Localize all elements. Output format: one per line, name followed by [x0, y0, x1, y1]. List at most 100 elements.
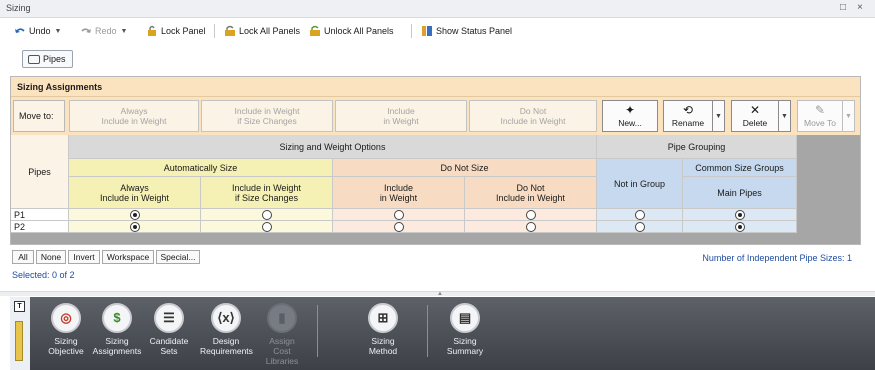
unlock-all-panels-label: Unlock All Panels — [324, 26, 394, 36]
button-line: Always — [120, 106, 148, 116]
main-pipes-radio[interactable] — [734, 209, 745, 220]
window-titlebar: Sizing □ × — [0, 0, 875, 18]
lock-all-panels-button[interactable]: Lock All Panels — [224, 24, 300, 38]
lock-panel-label: Lock Panel — [161, 26, 206, 36]
move-to-label: Move to: — [13, 100, 65, 132]
undo-icon — [15, 28, 25, 33]
col-do-not-include[interactable]: Do Not Include in Weight — [465, 177, 597, 209]
redo-button[interactable]: Redo ▼ — [80, 24, 127, 38]
dock-item-list[interactable]: ☰ Candidate Sets — [143, 303, 195, 367]
invert-selection-button[interactable]: Invert — [68, 250, 100, 264]
unlock-all-panels-button[interactable]: Unlock All Panels — [309, 24, 394, 38]
button-line: Include in Weight — [500, 116, 566, 126]
pipe-grouping-header: Pipe Grouping — [597, 135, 797, 159]
dock-item-label: Objective — [48, 346, 84, 356]
col-include-in-weight[interactable]: Include in Weight — [333, 177, 465, 209]
move-include-in-weight-button[interactable]: Include in Weight — [335, 100, 467, 132]
not-in-group-radio[interactable] — [634, 221, 645, 232]
option-radio[interactable] — [393, 209, 404, 220]
option-radio[interactable] — [129, 209, 140, 220]
move-always-include-button[interactable]: Always Include in Weight — [69, 100, 199, 132]
option-radio[interactable] — [525, 209, 536, 220]
dock-divider — [317, 305, 318, 357]
dock-item-label: Sizing — [371, 336, 395, 346]
dock-item-pencil-dollar[interactable]: $ Sizing Assignments — [91, 303, 143, 367]
workspace-selection-button[interactable]: Workspace — [102, 250, 154, 264]
not-in-group-radio[interactable] — [634, 209, 645, 220]
undo-label: Undo — [29, 26, 51, 36]
pipe-row-name[interactable]: P2 — [11, 221, 69, 233]
not-in-group-cell — [597, 209, 683, 221]
target-icon: ◎ — [51, 303, 81, 333]
col-always-include[interactable]: Always Include in Weight — [69, 177, 201, 209]
status-panel-icon — [422, 26, 432, 36]
button-line: Do Not — [519, 106, 547, 116]
rename-group-button[interactable]: ⟲ Rename — [663, 100, 713, 132]
redo-icon — [81, 28, 91, 33]
option-radio[interactable] — [261, 221, 272, 232]
dock-item-flowchart[interactable]: ⊞ Sizing Method — [357, 303, 409, 367]
rename-label: Rename — [671, 118, 705, 128]
column-line: Include — [383, 182, 414, 193]
move-to-group-button[interactable]: ✎ Move To — [797, 100, 843, 132]
move-to-row: Move to: Always Include in Weight Includ… — [11, 97, 860, 135]
new-label: New... — [618, 118, 642, 128]
undo-dropdown-icon[interactable]: ▼ — [55, 28, 62, 35]
delete-dropdown-icon[interactable]: ▼ — [779, 100, 791, 132]
col-include-if-changes[interactable]: Include in Weight if Size Changes — [201, 177, 333, 209]
new-group-button[interactable]: ✦ New... — [602, 100, 658, 132]
undo-button[interactable]: Undo ▼ — [14, 24, 61, 38]
tab-pipes[interactable]: Pipes — [22, 50, 73, 68]
column-line: if Size Changes — [234, 192, 299, 203]
move-include-if-size-changes-button[interactable]: Include in Weight if Size Changes — [201, 100, 333, 132]
ruler-icon — [15, 321, 23, 361]
option-cell — [333, 209, 465, 221]
dock-item-label: Method — [368, 346, 398, 356]
option-cell — [465, 209, 597, 221]
dock-item-summary[interactable]: ▤ Sizing Summary — [439, 303, 491, 367]
close-icon[interactable]: × — [857, 2, 863, 13]
move-to-icon: ✎ — [814, 103, 826, 117]
column-line: Always — [120, 182, 149, 193]
option-radio[interactable] — [261, 209, 272, 220]
select-all-button[interactable]: All — [12, 250, 34, 264]
dock-item-label: Cost Libraries — [265, 346, 299, 366]
dock-item-variable-x[interactable]: ⟨x⟩ Design Requirements — [200, 303, 253, 367]
select-none-button[interactable]: None — [36, 250, 66, 264]
main-pipes-group-header[interactable]: Main Pipes — [683, 177, 797, 209]
pin-icon[interactable]: T — [14, 301, 25, 312]
option-radio[interactable] — [129, 221, 140, 232]
delete-group-button[interactable]: ✕ Delete — [731, 100, 779, 132]
show-status-panel-button[interactable]: Show Status Panel — [421, 24, 512, 38]
pipe-row-name[interactable]: P1 — [11, 209, 69, 221]
unlock-icon — [310, 25, 320, 36]
move-to-dropdown-icon[interactable]: ▼ — [843, 100, 855, 132]
option-radio[interactable] — [393, 221, 404, 232]
dock-item-label: Assign — [269, 336, 295, 346]
panel-splitter[interactable]: ▲ — [0, 291, 875, 297]
button-line: in Weight — [383, 116, 419, 126]
restore-icon[interactable]: □ — [840, 2, 846, 13]
dock-sidebar: T — [10, 297, 30, 370]
rename-dropdown-icon[interactable]: ▼ — [713, 100, 725, 132]
move-do-not-include-button[interactable]: Do Not Include in Weight — [469, 100, 597, 132]
column-line: Include in Weight — [232, 182, 301, 193]
summary-icon: ▤ — [450, 303, 480, 333]
dock-item-target[interactable]: ◎ Sizing Objective — [40, 303, 92, 367]
redo-dropdown-icon[interactable]: ▼ — [121, 28, 128, 35]
button-line: if Size Changes — [237, 116, 297, 126]
window-title: Sizing — [6, 3, 31, 13]
button-line: Include in Weight — [101, 116, 167, 126]
dock-item-cost-library[interactable]: ▮ Assign Cost Libraries — [256, 303, 308, 367]
toolbar-divider — [411, 24, 412, 38]
main-pipes-radio[interactable] — [734, 221, 745, 232]
dock-item-label: Assignments — [92, 346, 142, 356]
option-radio[interactable] — [525, 221, 536, 232]
special-selection-button[interactable]: Special... — [156, 250, 200, 264]
dock-divider — [427, 305, 428, 357]
show-status-panel-label: Show Status Panel — [436, 26, 513, 36]
lock-panel-button[interactable]: Lock Panel — [146, 24, 206, 38]
panel-title: Sizing Assignments — [11, 77, 860, 97]
independent-pipe-sizes-link[interactable]: Number of Independent Pipe Sizes: 1 — [702, 253, 852, 263]
option-cell — [69, 209, 201, 221]
